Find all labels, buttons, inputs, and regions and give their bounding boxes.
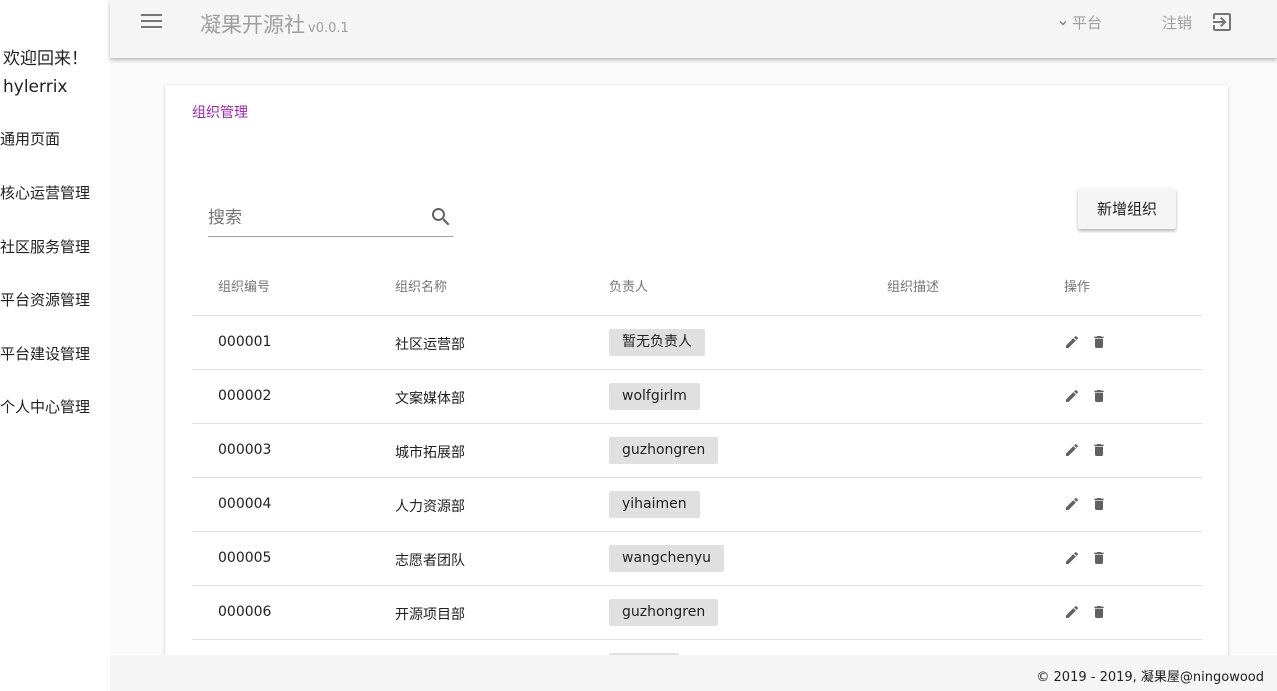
menu-icon[interactable] [141,12,163,30]
cell-name: 人力资源部 [395,499,465,515]
table-row[interactable]: 000004 人力资源部 yihaimen [192,478,1202,532]
search-field [208,200,453,237]
column-header-id[interactable]: 组织编号 [218,276,270,295]
breadcrumb[interactable]: 组织管理 [192,102,248,122]
owner-chip: guzhongren [609,437,719,464]
add-organization-button[interactable]: 新增组织 [1078,188,1176,229]
exit-to-app-icon [1213,13,1232,31]
sidebar-item-personal-center[interactable]: 个人中心管理 [0,396,90,417]
owner-chip: yihaimen [609,491,700,518]
cell-id: 000002 [218,388,272,404]
owner-chip: guzhongren [609,599,719,626]
cell-id: 000003 [218,442,272,458]
sidebar-item-general-pages[interactable]: 通用页面 [0,128,60,149]
delete-icon[interactable] [1091,550,1107,566]
sidebar-item-community-services[interactable]: 社区服务管理 [0,236,90,257]
owner-chip: wolfgirlm [609,383,700,410]
footer-copyright: © 2019 - 2019, 凝果屋@ningowood [1036,670,1264,685]
cell-id: 000006 [218,604,272,620]
cell-id: 000001 [218,334,272,350]
cell-id: 000005 [218,550,272,566]
table-row[interactable]: 000003 城市拓展部 guzhongren [192,424,1202,478]
sidebar: 欢迎回来！ hylerrix 通用页面 核心运营管理 社区服务管理 平台资源管理… [0,0,110,691]
table-body: 000001 社区运营部 暂无负责人 000002 文案媒体部 wolfgirlm 0000… [192,316,1202,665]
top-app-bar: 凝果开源社 v0.0.1 平台 注销 [110,0,1277,58]
column-header-description[interactable]: 组织描述 [887,276,939,295]
column-header-name[interactable]: 组织名称 [395,276,447,295]
main-card: 组织管理 新增组织 组织编号 组织名称 负责人 组织描述 操作 000001 社区… [165,85,1228,665]
sidebar-item-core-operations[interactable]: 核心运营管理 [0,182,90,203]
welcome-text: 欢迎回来！ [3,49,88,69]
sidebar-item-platform-resources[interactable]: 平台资源管理 [0,289,90,310]
delete-icon[interactable] [1091,388,1107,404]
cell-name: 志愿者团队 [395,553,465,569]
platform-label: 平台 [1072,14,1103,32]
table-row[interactable]: 000006 开源项目部 guzhongren [192,586,1202,640]
app-title-text: 凝果开源社 [200,13,305,37]
column-header-actions: 操作 [1064,280,1091,295]
username: hylerrix [3,77,68,97]
chevron-down-icon [1059,20,1067,25]
table-row[interactable]: 000002 文案媒体部 wolfgirlm [192,370,1202,424]
logout-button[interactable]: 注销 [1162,10,1234,34]
edit-icon[interactable] [1064,334,1080,350]
cell-name: 文案媒体部 [395,391,465,407]
cell-name: 开源项目部 [395,607,465,623]
cell-name: 社区运营部 [395,337,465,353]
edit-icon[interactable] [1064,550,1080,566]
sidebar-item-platform-construction[interactable]: 平台建设管理 [0,343,90,364]
table-row[interactable]: 000005 志愿者团队 wangchenyu [192,532,1202,586]
table-row[interactable]: 000001 社区运营部 暂无负责人 [192,316,1202,370]
organization-table: 组织编号 组织名称 负责人 组织描述 操作 000001 社区运营部 暂无负责人 00… [192,260,1202,665]
delete-icon[interactable] [1091,442,1107,458]
owner-chip: wangchenyu [609,545,725,572]
app-title: 凝果开源社 v0.0.1 [200,9,349,39]
cell-id: 000004 [218,496,272,512]
search-input[interactable] [208,204,418,232]
edit-icon[interactable] [1064,496,1080,512]
column-header-owner[interactable]: 负责人 [609,276,648,295]
edit-icon[interactable] [1064,442,1080,458]
platform-button[interactable]: 平台 [1056,12,1102,33]
search-icon[interactable] [429,205,453,229]
app-version: v0.0.1 [308,21,349,36]
edit-icon[interactable] [1064,388,1080,404]
table-header: 组织编号 组织名称 负责人 组织描述 操作 [192,260,1202,316]
delete-icon[interactable] [1091,496,1107,512]
delete-icon[interactable] [1091,604,1107,620]
owner-chip: 暂无负责人 [609,329,705,356]
footer: © 2019 - 2019, 凝果屋@ningowood [110,655,1277,691]
logout-label: 注销 [1162,13,1193,32]
edit-icon[interactable] [1064,604,1080,620]
cell-name: 城市拓展部 [395,445,465,461]
delete-icon[interactable] [1091,334,1107,350]
